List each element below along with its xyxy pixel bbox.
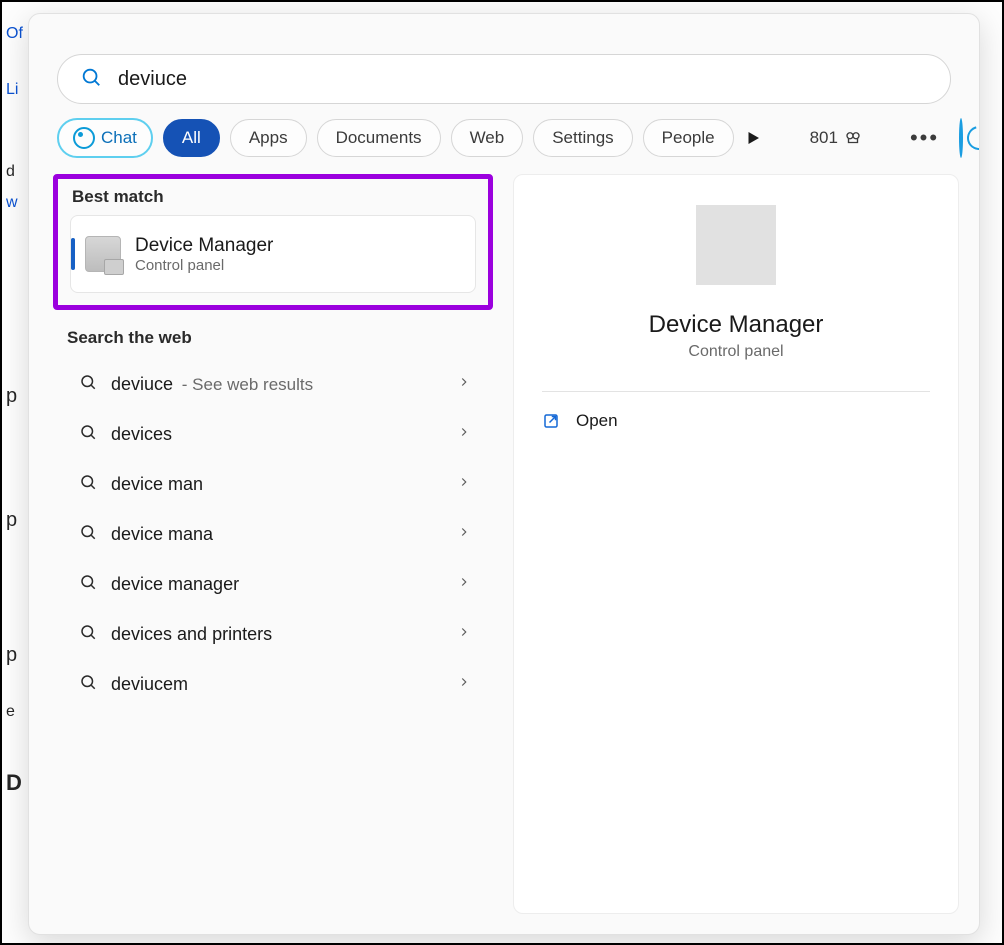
bg-text: e <box>6 704 15 720</box>
web-suggestion[interactable]: device man <box>65 460 481 508</box>
filter-apps[interactable]: Apps <box>230 119 307 157</box>
chevron-right-icon <box>457 375 471 394</box>
web-suggestion-label: devices <box>111 424 457 445</box>
web-suggestion-label: devices and printers <box>111 624 457 645</box>
search-icon <box>79 473 97 496</box>
search-icon <box>80 66 102 93</box>
web-suggestion-label: device mana <box>111 524 457 545</box>
search-bar <box>57 54 951 104</box>
open-external-icon <box>542 412 560 430</box>
filter-people[interactable]: People <box>643 119 734 157</box>
filter-apps-label: Apps <box>249 128 288 148</box>
bing-chat-button[interactable] <box>959 118 963 158</box>
annotation-highlight: Best match Device Manager Control panel <box>53 174 493 310</box>
bing-icon <box>73 127 95 149</box>
search-icon <box>79 523 97 546</box>
bg-text: d <box>6 164 15 180</box>
filter-documents[interactable]: Documents <box>317 119 441 157</box>
filter-people-label: People <box>662 128 715 148</box>
detail-title: Device Manager <box>649 311 824 339</box>
results-left: Best match Device Manager Control panel … <box>53 174 493 914</box>
web-suggestion[interactable]: deviucem <box>65 660 481 708</box>
windows-search-window: Chat All Apps Documents Web Settings Peo… <box>28 13 980 935</box>
bg-text: Li <box>6 82 18 98</box>
filter-web-label: Web <box>470 128 505 148</box>
web-suggestion-label: device man <box>111 474 457 495</box>
rewards-icon <box>844 129 862 147</box>
bg-text: p <box>6 386 17 406</box>
rewards-points[interactable]: 801 <box>810 128 862 148</box>
filter-settings[interactable]: Settings <box>533 119 632 157</box>
chevron-right-icon <box>457 425 471 444</box>
web-suggestion[interactable]: deviuce - See web results <box>65 360 481 408</box>
web-suggestion-suffix: - See web results <box>177 375 313 394</box>
filter-all-label: All <box>182 128 201 148</box>
chevron-right-icon <box>457 525 471 544</box>
web-suggestion[interactable]: devices and printers <box>65 610 481 658</box>
bg-text: p <box>6 510 17 530</box>
more-filters-button[interactable] <box>744 126 762 150</box>
chevron-right-icon <box>457 675 471 694</box>
web-suggestion[interactable]: device mana <box>65 510 481 558</box>
divider <box>542 391 930 392</box>
action-open-label: Open <box>576 411 618 431</box>
web-suggestion-label: device manager <box>111 574 457 595</box>
more-options-button[interactable]: ••• <box>910 123 939 153</box>
device-manager-icon <box>85 236 121 272</box>
bg-text: D <box>6 772 22 794</box>
bg-text: Of <box>6 26 23 42</box>
search-input[interactable] <box>116 67 928 92</box>
filter-settings-label: Settings <box>552 128 613 148</box>
filter-web[interactable]: Web <box>451 119 524 157</box>
best-match-result[interactable]: Device Manager Control panel <box>70 215 476 293</box>
chevron-right-icon <box>457 475 471 494</box>
search-icon <box>79 623 97 646</box>
section-search-web: Search the web <box>67 328 493 348</box>
best-match-title: Device Manager <box>135 235 273 257</box>
detail-panel: Device Manager Control panel Open <box>513 174 959 914</box>
rewards-points-value: 801 <box>810 128 838 148</box>
search-icon <box>79 423 97 446</box>
search-icon <box>79 373 97 396</box>
chevron-right-icon <box>457 575 471 594</box>
content-area: Best match Device Manager Control panel … <box>53 174 959 914</box>
section-best-match: Best match <box>72 187 488 207</box>
detail-subtitle: Control panel <box>688 343 783 361</box>
web-suggestions-list: deviuce - See web results devices device m… <box>53 358 493 710</box>
action-open[interactable]: Open <box>534 398 938 444</box>
bg-text: p <box>6 645 17 665</box>
search-icon <box>79 673 97 696</box>
filter-chat-label: Chat <box>101 128 137 148</box>
web-suggestion[interactable]: device manager <box>65 560 481 608</box>
filter-all[interactable]: All <box>163 119 220 157</box>
best-match-subtitle: Control panel <box>135 257 273 274</box>
filter-documents-label: Documents <box>336 128 422 148</box>
web-suggestion[interactable]: devices <box>65 410 481 458</box>
detail-app-icon <box>696 205 776 285</box>
filter-chat[interactable]: Chat <box>57 118 153 158</box>
filter-row: Chat All Apps Documents Web Settings Peo… <box>57 118 951 158</box>
web-suggestion-label: deviucem <box>111 674 457 695</box>
bg-text: w <box>6 195 18 211</box>
web-suggestion-label: deviuce - See web results <box>111 374 457 395</box>
chevron-right-icon <box>457 625 471 644</box>
search-icon <box>79 573 97 596</box>
